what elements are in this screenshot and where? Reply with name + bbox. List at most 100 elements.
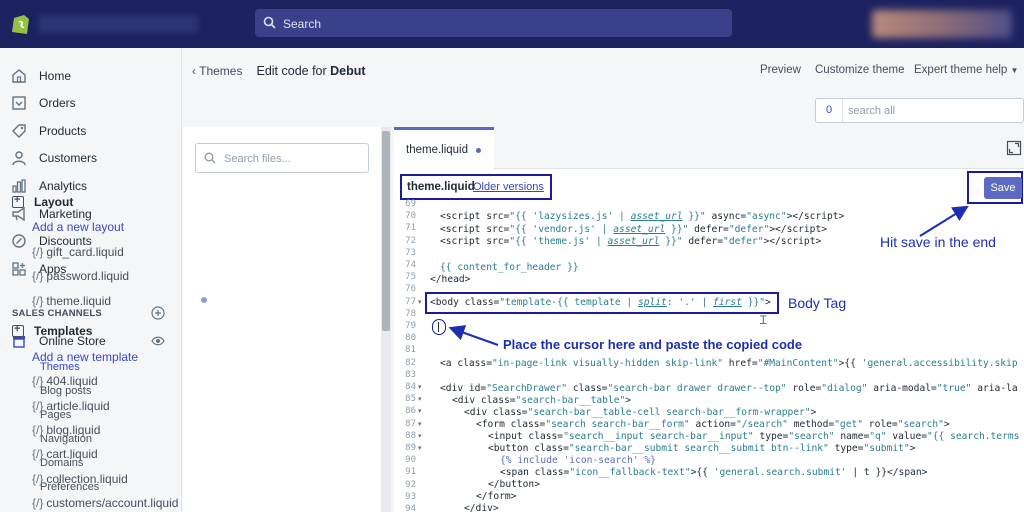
file-label: gift_card.liquid <box>46 245 124 259</box>
line-number: 81 <box>405 345 416 356</box>
fold-toggle-icon[interactable]: ▾ <box>418 407 422 415</box>
line-number: 91 <box>405 467 416 478</box>
file-item[interactable]: {/} article.liquid <box>32 399 110 413</box>
scrollbar-thumb[interactable] <box>382 131 390 331</box>
file-item[interactable]: {/} collection.liquid <box>32 472 128 486</box>
add-template-link[interactable]: Add a new template <box>32 350 138 364</box>
liquid-file-icon: {/} <box>32 447 44 461</box>
search-icon <box>263 16 276 29</box>
fold-toggle-icon[interactable]: ▾ <box>418 298 422 306</box>
line-number: 92 <box>405 479 416 490</box>
code-line: {{ content_for_header }} <box>440 262 579 273</box>
account-menu-blurred[interactable] <box>872 10 1012 38</box>
current-file-name: theme.liquid <box>407 181 475 193</box>
file-item[interactable]: {/} customers/account.liquid <box>32 496 178 510</box>
folder-layout[interactable]: Layout <box>12 194 74 209</box>
search-icon <box>204 152 216 164</box>
sidebar-item-analytics[interactable]: Analytics <box>10 175 87 197</box>
file-item-active[interactable]: {/} theme.liquid <box>32 294 111 308</box>
sidebar-item-label: Products <box>39 124 87 138</box>
tag-icon <box>12 124 26 138</box>
expert-theme-help-button[interactable]: Expert theme help ▼ <box>914 64 1018 76</box>
folder-icon <box>12 323 24 337</box>
global-search-input[interactable]: Search <box>255 9 732 37</box>
text-caret <box>438 322 439 332</box>
file-item[interactable]: {/} 404.liquid <box>32 374 98 388</box>
line-number: 70 <box>405 211 416 222</box>
code-line: <a class="in-page-link visually-hidden s… <box>440 358 1018 369</box>
fold-toggle-icon[interactable]: ▾ <box>418 395 422 403</box>
eye-icon[interactable] <box>151 334 165 348</box>
code-line: {% include 'icon-search' %} <box>500 455 656 466</box>
add-layout-link[interactable]: Add a new layout <box>32 220 124 234</box>
save-button[interactable]: Save <box>984 177 1022 199</box>
file-item[interactable]: {/} blog.liquid <box>32 423 100 437</box>
back-label: Themes <box>199 64 243 78</box>
file-search-input[interactable]: Search files... <box>195 143 369 173</box>
file-header-highlight: theme.liquid Older versions <box>400 174 552 200</box>
line-number: 90 <box>405 455 416 466</box>
line-number: 75 <box>405 272 416 283</box>
fold-toggle-icon[interactable]: ▾ <box>418 383 422 391</box>
sidebar-item-label: Marketing <box>39 207 92 221</box>
file-label: blog.liquid <box>46 423 101 437</box>
older-versions-link[interactable]: Older versions <box>473 181 544 193</box>
folder-label: Templates <box>34 324 93 338</box>
page-title-prefix: Edit code for <box>256 64 327 78</box>
line-number: 84 <box>405 382 416 392</box>
fold-toggle-icon[interactable]: ▾ <box>418 420 422 428</box>
expand-icon[interactable] <box>1006 140 1022 156</box>
top-bar: Search <box>0 0 1024 48</box>
open-file-dot-icon <box>201 297 207 303</box>
search-all-placeholder: search all <box>848 105 896 117</box>
fold-toggle-icon[interactable]: ▾ <box>418 444 422 452</box>
code-line: <form class="search search-bar__form" ac… <box>476 419 950 430</box>
add-channel-icon[interactable] <box>151 306 165 320</box>
liquid-file-icon: {/} <box>32 423 44 437</box>
line-number: 82 <box>405 357 416 368</box>
sidebar-item-products[interactable]: Products <box>10 120 86 142</box>
folder-label: Layout <box>34 195 74 209</box>
store-name-blurred <box>38 15 198 33</box>
liquid-file-icon: {/} <box>32 472 44 486</box>
code-line: </button> <box>488 479 540 490</box>
line-number: 89 <box>405 443 416 453</box>
folder-templates[interactable]: Templates <box>12 323 93 338</box>
file-label: cart.liquid <box>46 447 98 461</box>
cursor-position-highlight <box>432 319 446 335</box>
tab-theme-liquid[interactable]: theme.liquid <box>394 127 494 169</box>
file-item[interactable]: {/} cart.liquid <box>32 447 98 461</box>
breadcrumb: ‹ Themes Edit code for Debut <box>192 64 366 78</box>
unsaved-dot-icon <box>476 148 481 153</box>
sidebar-item-label: Customers <box>39 151 98 165</box>
sidebar-item-label: Home <box>39 69 72 83</box>
paste-instruction-annotation: Place the cursor here and paste the copi… <box>503 337 803 352</box>
search-all-input[interactable]: 0 search all <box>815 98 1024 123</box>
customize-theme-button[interactable]: Customize theme <box>815 64 904 76</box>
tab-label: theme.liquid <box>406 144 469 156</box>
body-tag-highlight <box>425 292 779 314</box>
sidebar-item-home[interactable]: Home <box>10 65 71 87</box>
hit-save-annotation: Hit save in the end <box>880 234 996 250</box>
line-number: 74 <box>405 260 416 270</box>
preview-button[interactable]: Preview <box>760 64 801 76</box>
fold-toggle-icon[interactable]: ▾ <box>418 432 422 440</box>
sidebar-item-label: Orders <box>39 96 76 110</box>
file-item[interactable]: {/} gift_card.liquid <box>32 245 124 259</box>
orders-icon <box>12 96 26 110</box>
sidebar-item-orders[interactable]: Orders <box>10 92 76 114</box>
line-number: 94 <box>405 504 416 512</box>
search-count: 0 <box>826 104 833 116</box>
sidebar-item-customers[interactable]: Customers <box>10 147 97 169</box>
file-item[interactable]: {/} password.liquid <box>32 269 129 283</box>
file-label: collection.liquid <box>46 472 128 486</box>
back-to-themes-link[interactable]: ‹ Themes <box>192 64 242 78</box>
line-number: 73 <box>405 247 416 258</box>
file-label: password.liquid <box>46 269 130 283</box>
apps-icon <box>12 262 26 276</box>
sales-channels-title: SALES CHANNELS <box>12 308 102 319</box>
editor-tab-bar: theme.liquid <box>394 127 1024 169</box>
file-label: 404.liquid <box>46 374 98 388</box>
code-line: </div> <box>464 503 499 512</box>
shopify-logo-icon[interactable] <box>10 12 32 36</box>
